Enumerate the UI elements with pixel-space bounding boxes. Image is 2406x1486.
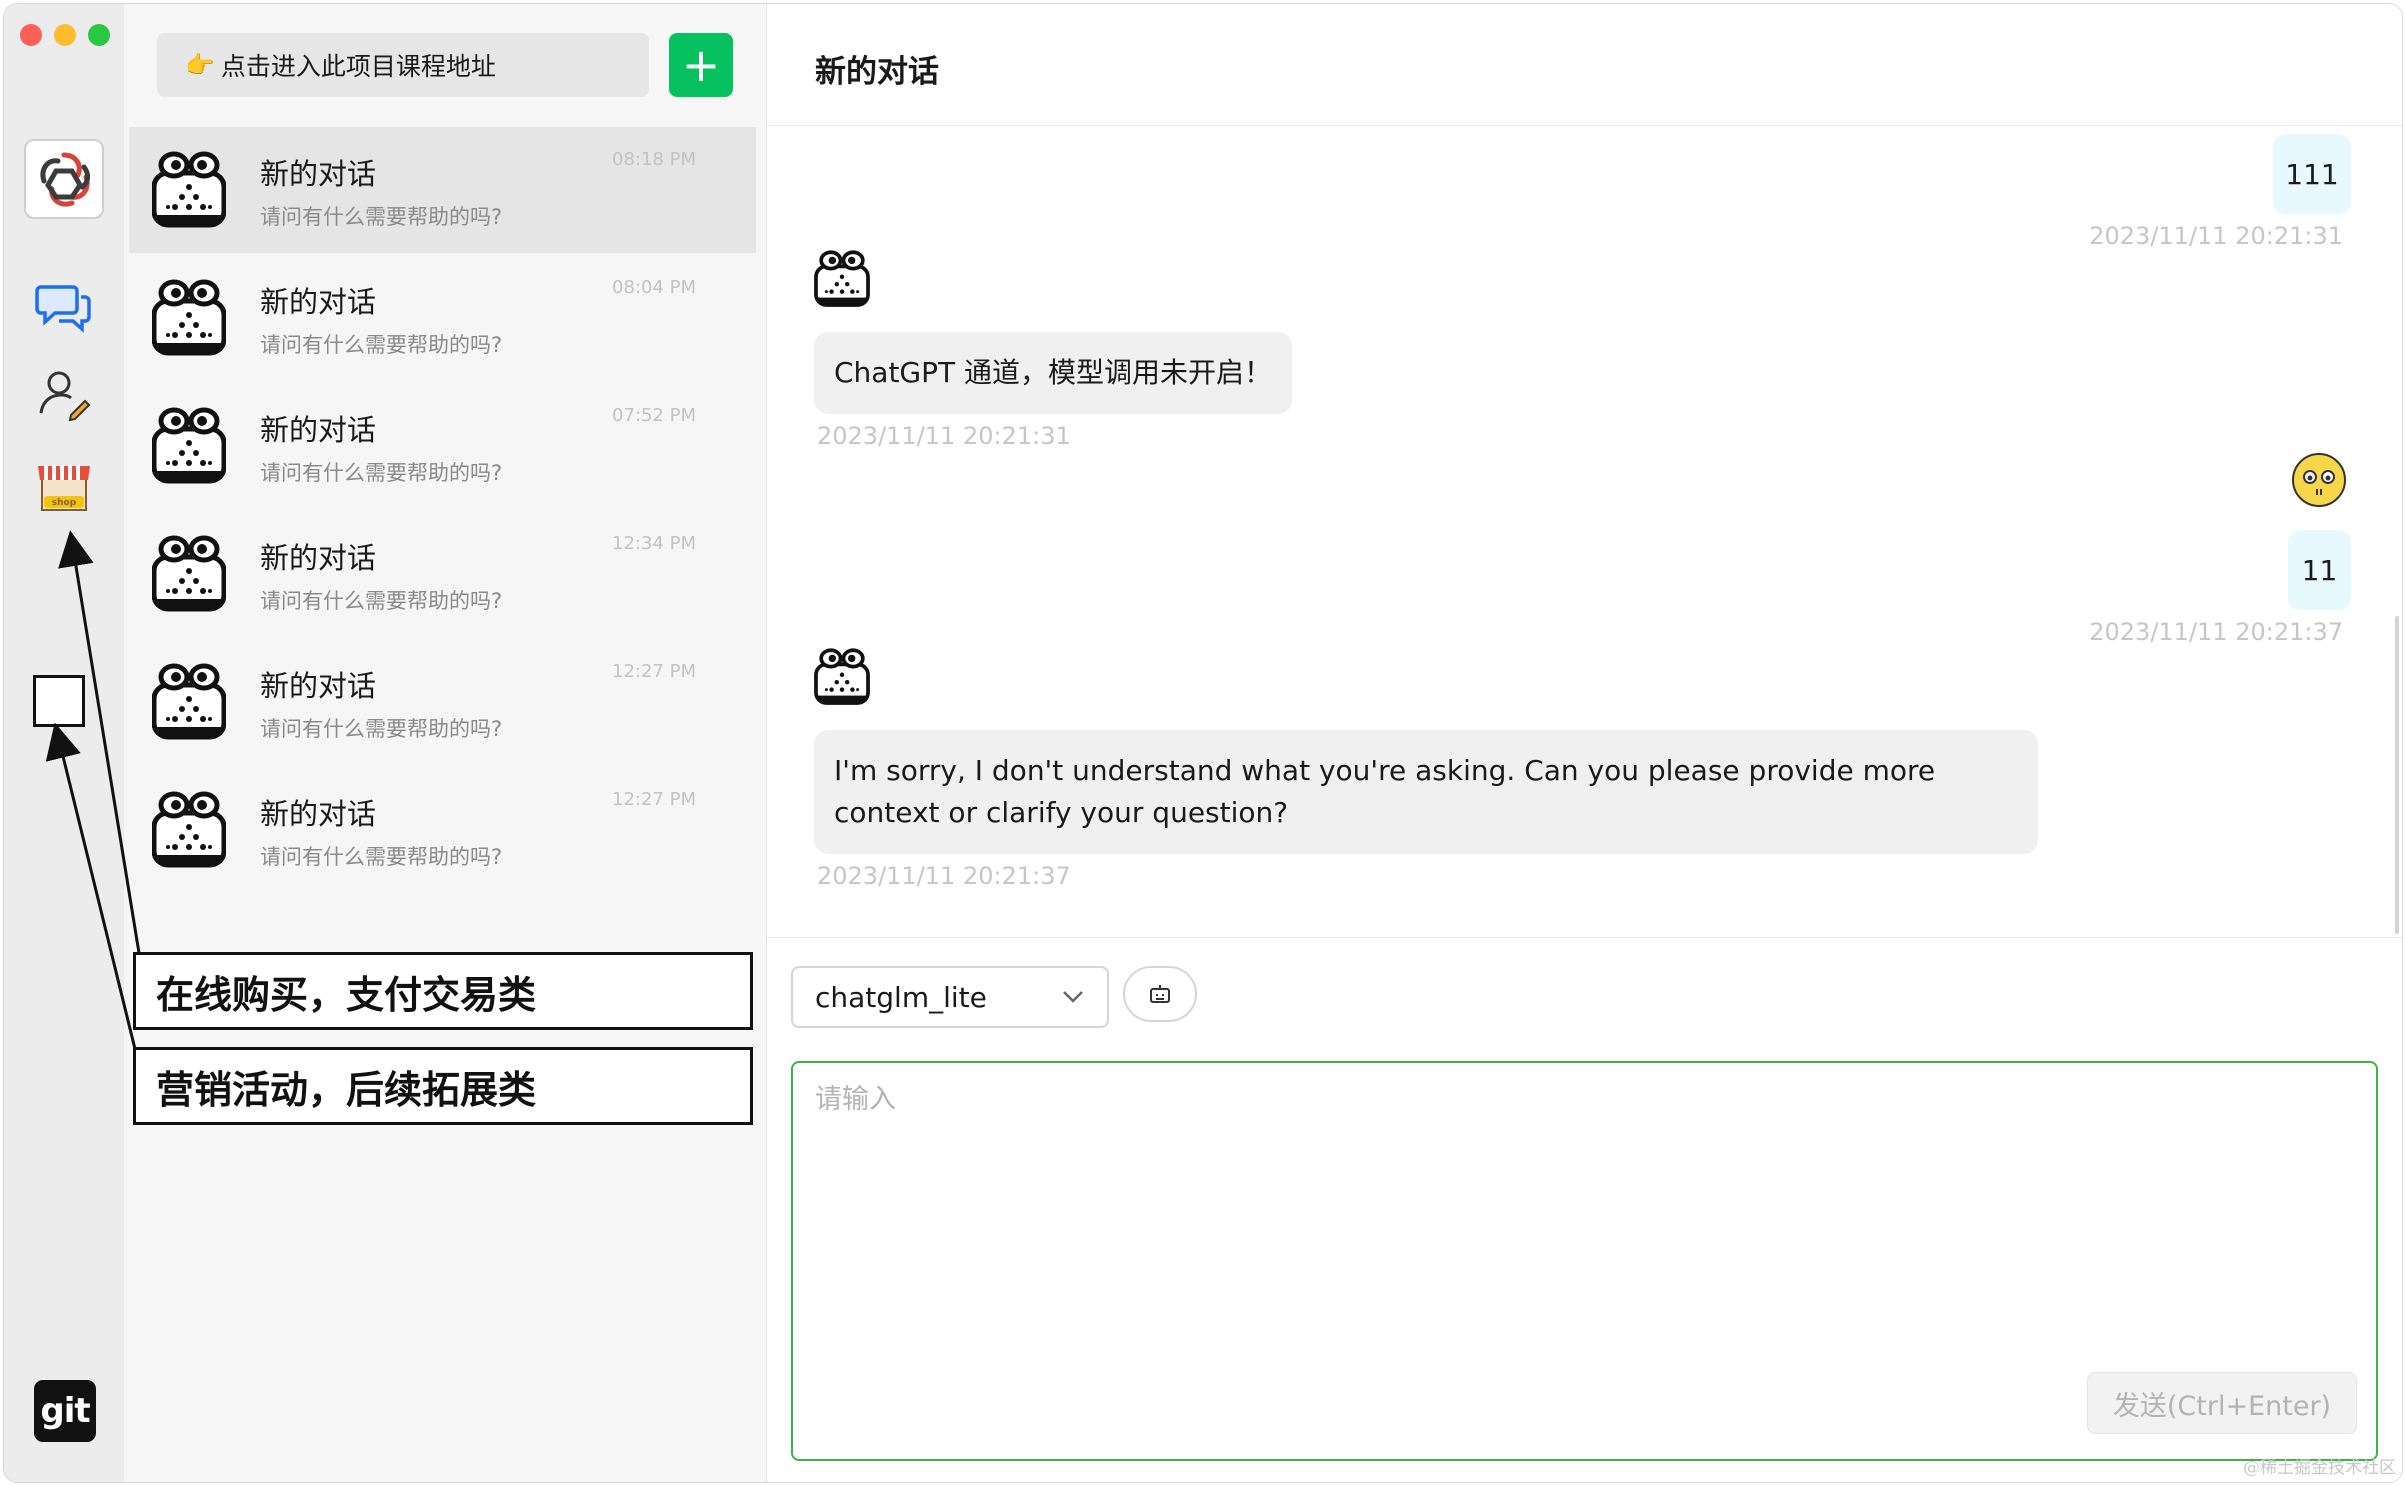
user-message-bubble: 111 (2273, 134, 2351, 214)
session-title: 新的对话 (260, 157, 377, 191)
session-title: 新的对话 (260, 541, 377, 575)
bot-avatar-icon (151, 535, 227, 613)
model-select[interactable]: chatglm_lite (791, 966, 1109, 1028)
chat-bubbles-icon[interactable] (34, 276, 94, 336)
bot-avatar-icon (151, 663, 227, 741)
send-button[interactable]: 发送(Ctrl+Enter) (2087, 1372, 2357, 1434)
session-time: 12:34 PM (612, 533, 696, 554)
message-time: 2023/11/11 20:21:31 (817, 422, 1071, 450)
placeholder-square-icon[interactable] (33, 675, 85, 727)
session-item[interactable]: 新的对话请问有什么需要帮助的吗? 08:18 PM (129, 127, 756, 253)
session-time: 08:04 PM (612, 277, 696, 298)
add-session-button[interactable]: + (669, 33, 733, 97)
bot-avatar-icon (151, 791, 227, 869)
message-time: 2023/11/11 20:21:37 (817, 862, 1071, 890)
session-title: 新的对话 (260, 285, 377, 319)
session-time: 08:18 PM (612, 149, 696, 170)
bot-avatar-icon (151, 407, 227, 485)
session-item[interactable]: 新的对话请问有什么需要帮助的吗? 12:27 PM (129, 639, 756, 765)
session-subtitle: 请问有什么需要帮助的吗? (260, 461, 503, 485)
session-subtitle: 请问有什么需要帮助的吗? (260, 589, 503, 613)
user-avatar-icon (2290, 451, 2348, 509)
zoom-window-button[interactable] (88, 24, 110, 46)
model-select-value: chatglm_lite (815, 980, 987, 1014)
minimize-window-button[interactable] (54, 24, 76, 46)
session-time: 12:27 PM (612, 661, 696, 682)
robot-icon (1150, 985, 1170, 1003)
session-subtitle: 请问有什么需要帮助的吗? (260, 717, 503, 741)
chat-header: 新的对话 (767, 4, 2402, 126)
session-time: 07:52 PM (612, 405, 696, 426)
user-message-bubble: 11 (2288, 530, 2351, 610)
shop-sign-text: shop (52, 498, 77, 508)
bot-avatar-icon (151, 279, 227, 357)
icon-rail: shop git (4, 4, 124, 1482)
shop-icon[interactable]: shop (34, 456, 94, 516)
chat-panel: 新的对话 111 2023/11/11 20:21:31 ChatGPT 通道，… (767, 4, 2402, 1482)
course-link-label: 点击进入此项目课程地址 (220, 52, 496, 81)
session-title: 新的对话 (260, 669, 377, 703)
session-list: 👉 点击进入此项目课程地址 + 新的对话 请问有什么需要帮助的吗? 08:18 PM… (124, 4, 767, 1482)
session-subtitle: 请问有什么需要帮助的吗? (260, 845, 503, 869)
annotation-marketing-label: 营销活动，后续拓展类 (133, 1047, 753, 1125)
app-window: shop git 👉 点击进入此项目课程地址 + 新的对话请问有什么需要帮助的吗… (3, 3, 2403, 1483)
session-title: 新的对话 (260, 797, 377, 831)
session-item[interactable]: 新的对话请问有什么需要帮助的吗? 12:34 PM (129, 511, 756, 637)
bot-avatar-icon (151, 151, 227, 229)
close-window-button[interactable] (20, 24, 42, 46)
session-item[interactable]: 新的对话请问有什么需要帮助的吗? 07:52 PM (129, 383, 756, 509)
chatgpt-logo-icon[interactable] (24, 139, 104, 219)
message-time: 2023/11/11 20:21:31 (2089, 222, 2343, 250)
git-logo-icon[interactable]: git (34, 1380, 96, 1442)
bot-avatar-icon (814, 250, 870, 308)
session-subtitle: 请问有什么需要帮助的吗? (260, 205, 503, 229)
course-link-button[interactable]: 👉 点击进入此项目课程地址 (157, 33, 649, 97)
annotation-shop-label: 在线购买，支付交易类 (133, 952, 753, 1030)
session-item[interactable]: 新的对话请问有什么需要帮助的吗? 12:27 PM (129, 767, 756, 893)
session-subtitle: 请问有什么需要帮助的吗? (260, 333, 503, 357)
bot-message-bubble: ChatGPT 通道，模型调用未开启！ (814, 332, 1293, 414)
pointing-hand-icon: 👉 (185, 51, 215, 79)
message-time: 2023/11/11 20:21:37 (2089, 618, 2343, 646)
bot-message-bubble: I'm sorry, I don't understand what you'r… (814, 730, 2038, 854)
session-title: 新的对话 (260, 413, 377, 447)
bot-avatar-icon (814, 648, 870, 706)
scrollbar[interactable] (2395, 616, 2399, 934)
robot-tool-button[interactable] (1123, 966, 1197, 1022)
watermark: @稀土掘金技术社区 (2243, 1458, 2396, 1478)
user-edit-icon[interactable] (34, 364, 94, 424)
chevron-down-icon (1063, 991, 1083, 1003)
chat-title: 新的对话 (815, 54, 939, 90)
session-item[interactable]: 新的对话请问有什么需要帮助的吗? 08:04 PM (129, 255, 756, 381)
session-time: 12:27 PM (612, 789, 696, 810)
message-list[interactable]: 111 2023/11/11 20:21:31 ChatGPT 通道，模型调用未… (767, 126, 2402, 938)
